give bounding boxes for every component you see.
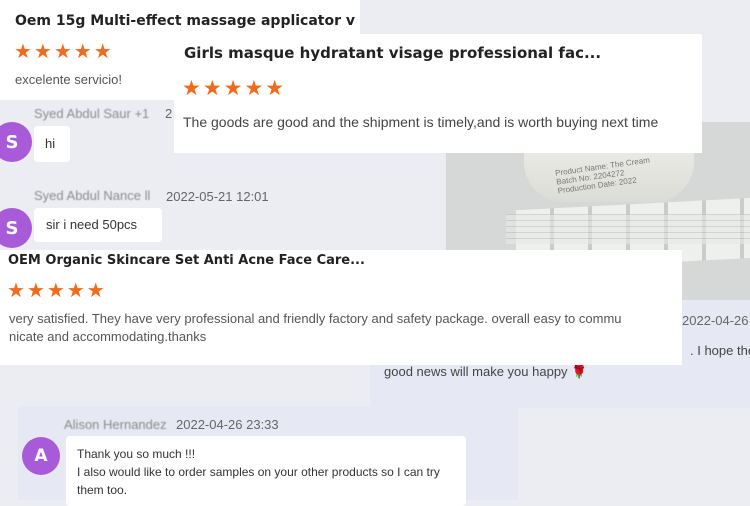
message-text-row: good news will make you happy 🌹 — [384, 364, 587, 380]
avatar: S — [0, 208, 32, 248]
review-product-title[interactable]: Oem 15g Multi-effect massage applicator … — [15, 13, 355, 29]
star-rating: ★★★★★ — [7, 280, 107, 302]
message-bubble: Thank you so much !!! I also would like … — [66, 436, 466, 506]
message-text: them too. — [77, 483, 128, 497]
star-rating: ★★★★★ — [182, 77, 287, 100]
sample-packets-image — [506, 214, 750, 244]
avatar: A — [22, 437, 60, 475]
review-product-title[interactable]: OEM Organic Skincare Set Anti Acne Face … — [8, 253, 408, 268]
review-text: excelente servicio! — [15, 72, 122, 87]
message-text: hi — [45, 136, 56, 151]
message-text: sir i need 50pcs — [46, 217, 138, 232]
message-timestamp: 2022-05-21 12:01 — [166, 189, 269, 204]
message-bubble: sir i need 50pcs — [34, 208, 162, 242]
message-timestamp: 2022-04-26 23:33 — [176, 417, 279, 432]
message-timestamp: 2022-04-26 — [682, 313, 749, 328]
avatar-letter: A — [34, 446, 48, 466]
message-text: . I hope the — [690, 343, 750, 358]
sender-name: Syed Abdul Nance ll — [34, 188, 151, 203]
star-rating: ★★★★★ — [14, 41, 114, 63]
avatar: S — [0, 122, 32, 162]
message-text: I also would like to order samples on yo… — [77, 465, 440, 479]
review-card: Girls masque hydratant visage profession… — [174, 34, 702, 153]
avatar-letter: S — [5, 131, 19, 153]
review-text: very satisfied. They have very professio… — [9, 311, 622, 326]
rose-icon: 🌹 — [571, 364, 588, 379]
message-text: good news will make you happy — [384, 364, 568, 379]
avatar-letter: S — [5, 217, 19, 239]
review-text: nicate and accommodating.thanks — [9, 329, 207, 344]
review-collage: { "chat": { "msg1": { "avatar": "S", "na… — [0, 0, 750, 506]
sender-name: Alison Hernandez — [64, 417, 167, 432]
message-timestamp: 2 — [165, 106, 173, 121]
message-text: Thank you so much !!! — [77, 447, 196, 461]
message-bubble: hi — [34, 126, 70, 162]
review-product-title[interactable]: Girls masque hydratant visage profession… — [184, 44, 684, 62]
review-text: The goods are good and the shipment is t… — [183, 114, 659, 130]
sender-name: Syed Abdul Saur +1 — [34, 106, 150, 121]
review-card: OEM Organic Skincare Set Anti Acne Face … — [0, 250, 682, 365]
review-text-line: very satisfied. They have very professio… — [9, 310, 622, 346]
